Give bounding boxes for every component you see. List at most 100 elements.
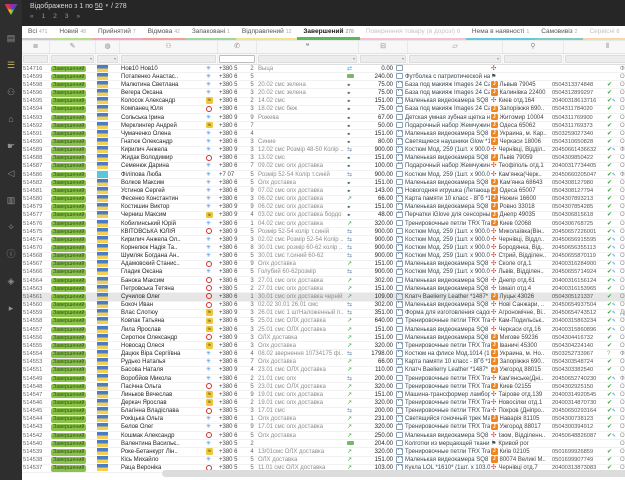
- column-filter-input[interactable]: ▾: [258, 55, 357, 63]
- quantity: 1: [247, 220, 257, 228]
- delivery-city: Таірове отд.139: [498, 392, 542, 398]
- country-flag-icon: [97, 285, 108, 292]
- phone-number: +380 6: [218, 138, 247, 146]
- client-name: Адамовский Станис..: [120, 260, 205, 268]
- tab-Відправлений[interactable]: Відправлений12: [236, 26, 297, 40]
- phone-number: +7 07: [218, 171, 247, 179]
- sales-tag: Опт L: [619, 114, 625, 122]
- shield-icon[interactable]: ◈: [0, 268, 22, 295]
- info-icon[interactable]: ⓘ: [0, 241, 22, 268]
- city-cell: JКиев 02155: [490, 383, 551, 391]
- tab-Сервісні[interactable]: Сервісні0: [583, 26, 625, 40]
- product: Детская умная зубная щетка на..: [395, 114, 490, 122]
- quantity: 5: [247, 228, 257, 236]
- tab-Новий[interactable]: Новий48: [53, 26, 92, 40]
- column-filter-input[interactable]: [565, 55, 625, 63]
- hand-icon[interactable]: ☛: [0, 133, 22, 160]
- megaphone-icon[interactable]: ◁: [0, 160, 22, 187]
- status-cell: Завершений: [50, 81, 96, 89]
- city-cell: JЛьвів 79059: [490, 154, 551, 162]
- amount: 151.00: [359, 260, 395, 268]
- tab-Нема в наявності[interactable]: Нема в наявності1: [466, 26, 535, 40]
- quantity: 4: [247, 448, 257, 456]
- payment-icon: ↗: [347, 392, 352, 398]
- page-number[interactable]: 2: [53, 13, 57, 20]
- tab-Завершений[interactable]: Завершений278: [297, 26, 359, 40]
- tab-Самовивіз[interactable]: Самовивіз2: [535, 26, 583, 40]
- pencil-icon: ✎: [612, 147, 616, 152]
- delivery-service-icon: ✣: [491, 375, 496, 382]
- last-page-icon[interactable]: »: [77, 13, 81, 20]
- city-cell: JМигове 59236: [490, 334, 551, 342]
- amount: 151.00: [359, 391, 395, 399]
- country-flag-icon: [97, 277, 108, 284]
- status-cell: Завершений: [50, 440, 96, 448]
- dashboard-icon[interactable]: ▤: [0, 25, 22, 52]
- tracking-number: 0504310650828: [551, 138, 606, 146]
- source-cell: ✳: [205, 252, 218, 260]
- source-icon: [206, 106, 212, 112]
- check-icon: ✔: [607, 335, 612, 341]
- chevron-down-icon[interactable]: ▼: [105, 3, 109, 8]
- page-size-dropdown[interactable]: 50: [95, 3, 103, 10]
- status-badge: Завершений: [51, 278, 86, 285]
- column-filter-input[interactable]: [121, 55, 216, 63]
- first-page-icon[interactable]: «: [30, 13, 34, 20]
- country-flag-icon: [97, 407, 108, 414]
- video-icon[interactable]: ▸: [0, 295, 22, 322]
- source-icon: [206, 277, 212, 283]
- source-icon: fb: [206, 448, 213, 455]
- delivery-service-icon: J: [491, 334, 498, 341]
- delivery-city: Днепр отд.61: [498, 278, 535, 284]
- quantity: 5: [247, 73, 257, 81]
- page-number[interactable]: 1: [42, 13, 46, 20]
- delivery-service-icon: J: [491, 358, 498, 365]
- country-flag-icon: [97, 179, 108, 186]
- tab-Всі[interactable]: Всі471: [22, 26, 53, 40]
- page-number[interactable]: 3: [65, 13, 69, 20]
- status-badge: Завершений: [51, 294, 86, 301]
- column-filter-input[interactable]: [219, 55, 255, 63]
- company-icon[interactable]: ⌂: [0, 106, 22, 133]
- check-icon: ✔: [607, 115, 612, 121]
- check-cell: ✔✎: [606, 407, 619, 415]
- horizontal-scrollbar[interactable]: [162, 470, 625, 477]
- source-icon: [206, 334, 212, 340]
- column-filter-input[interactable]: ▾: [360, 55, 406, 63]
- amount: 320.00: [359, 423, 395, 431]
- column-filter-input[interactable]: ▾: [97, 55, 118, 63]
- clients-icon[interactable]: ⚇: [0, 79, 22, 106]
- sales-tag: Опт L: [619, 317, 625, 325]
- tab-Прийнятий[interactable]: Прийнятий7: [92, 26, 142, 40]
- tab-Повернення товару (в дорозі)[interactable]: Повернення товару (в дорозі)0: [360, 26, 466, 40]
- app-logo[interactable]: [5, 4, 18, 15]
- stats-icon[interactable]: ▥: [0, 187, 22, 214]
- tab-Відмова[interactable]: Відмова42: [142, 26, 186, 40]
- column-filter-input[interactable]: [23, 55, 48, 63]
- country-flag-icon: [97, 211, 108, 218]
- country-flag-icon: [97, 374, 108, 381]
- tracking-number: 0504309850422: [551, 154, 606, 162]
- product-bag-icon: [396, 106, 403, 113]
- column-filter-input[interactable]: ▾: [409, 55, 501, 63]
- country-flag-icon: [97, 326, 108, 333]
- sales-tag: Опт L: [619, 260, 625, 268]
- column-filter-input[interactable]: [504, 55, 562, 63]
- tab-Запаковані[interactable]: Запаковані1: [186, 26, 236, 40]
- column-filter-input[interactable]: ▾: [51, 55, 94, 63]
- status-cell: Завершений: [50, 122, 96, 130]
- product-bag-icon: [396, 252, 403, 259]
- delivery-service-icon: J: [491, 81, 498, 88]
- integrations-icon[interactable]: ✧: [0, 214, 22, 241]
- amount: 900.00: [359, 252, 395, 260]
- country-cell: [96, 73, 120, 81]
- amount: 48.00: [359, 211, 395, 219]
- product-bag-icon: [396, 301, 403, 308]
- sales-tag: Опт L: [619, 448, 625, 456]
- delivery-service-icon: ✣: [491, 236, 496, 243]
- sales-tag: Опт L: [619, 415, 625, 423]
- orders-icon[interactable]: ☰: [0, 52, 22, 79]
- country-cell: [96, 244, 120, 252]
- quantity: 9: [247, 187, 257, 195]
- city-cell: JОдеса 65007: [490, 187, 551, 195]
